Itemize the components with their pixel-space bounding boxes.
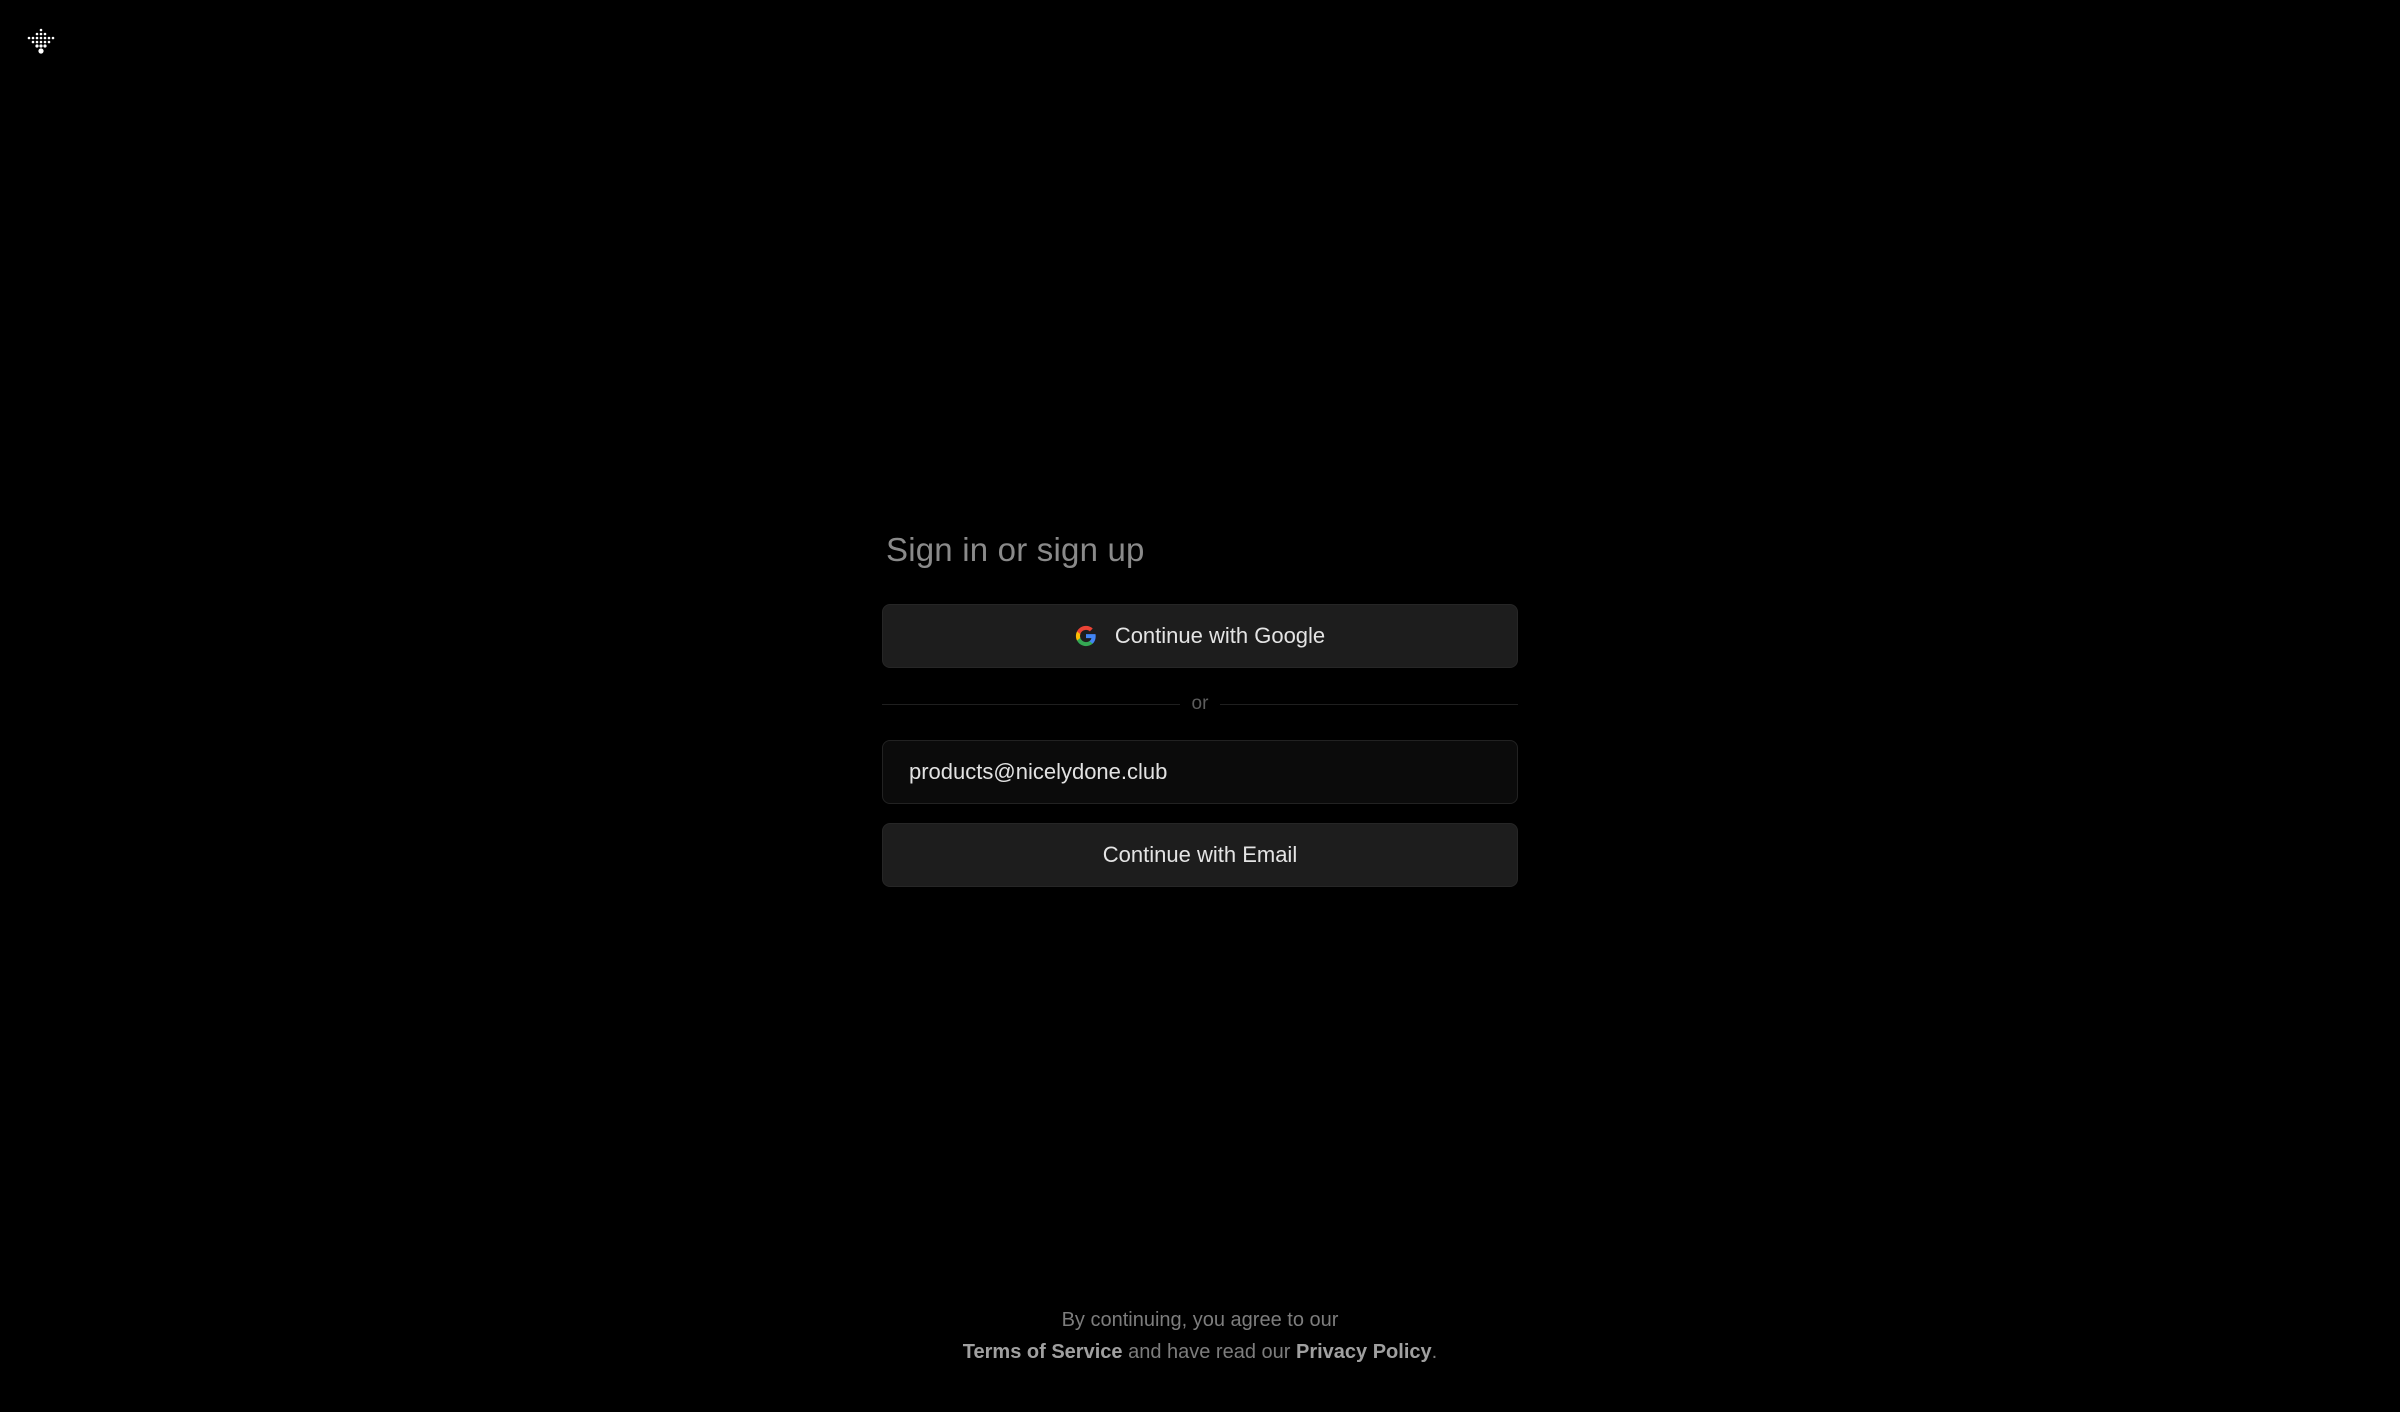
footer-line-1: By continuing, you agree to our bbox=[1061, 1309, 1339, 1331]
page-title: Sign in or sign up bbox=[886, 531, 1145, 568]
footer-middle-text: and have read our bbox=[1122, 1341, 1296, 1363]
privacy-policy-link[interactable]: Privacy Policy bbox=[1296, 1341, 1432, 1363]
terms-of-service-link[interactable]: Terms of Service bbox=[963, 1341, 1123, 1363]
divider-line-left bbox=[882, 703, 1180, 705]
google-icon bbox=[1075, 625, 1097, 647]
footer-line-2: Terms of Service and have read our Priva… bbox=[0, 1336, 2400, 1368]
footer-end-text: . bbox=[1431, 1341, 1438, 1363]
continue-with-email-button[interactable]: Continue with Email bbox=[882, 823, 1518, 887]
legal-footer: By continuing, you agree to our Terms of… bbox=[0, 1304, 2400, 1368]
divider-line-right bbox=[1220, 703, 1518, 705]
or-divider: or bbox=[882, 692, 1518, 716]
dotted-arrow-logo-icon[interactable] bbox=[26, 27, 56, 57]
email-button-label: Continue with Email bbox=[1102, 842, 1298, 867]
sign-in-page: Sign in or sign up Continue with Google … bbox=[0, 0, 2400, 1412]
email-input[interactable] bbox=[882, 740, 1518, 804]
divider-text: or bbox=[1191, 693, 1209, 714]
continue-with-google-button[interactable]: Continue with Google bbox=[882, 604, 1518, 668]
google-button-label: Continue with Google bbox=[1114, 623, 1326, 648]
sign-in-form: Sign in or sign up Continue with Google … bbox=[882, 520, 1518, 887]
